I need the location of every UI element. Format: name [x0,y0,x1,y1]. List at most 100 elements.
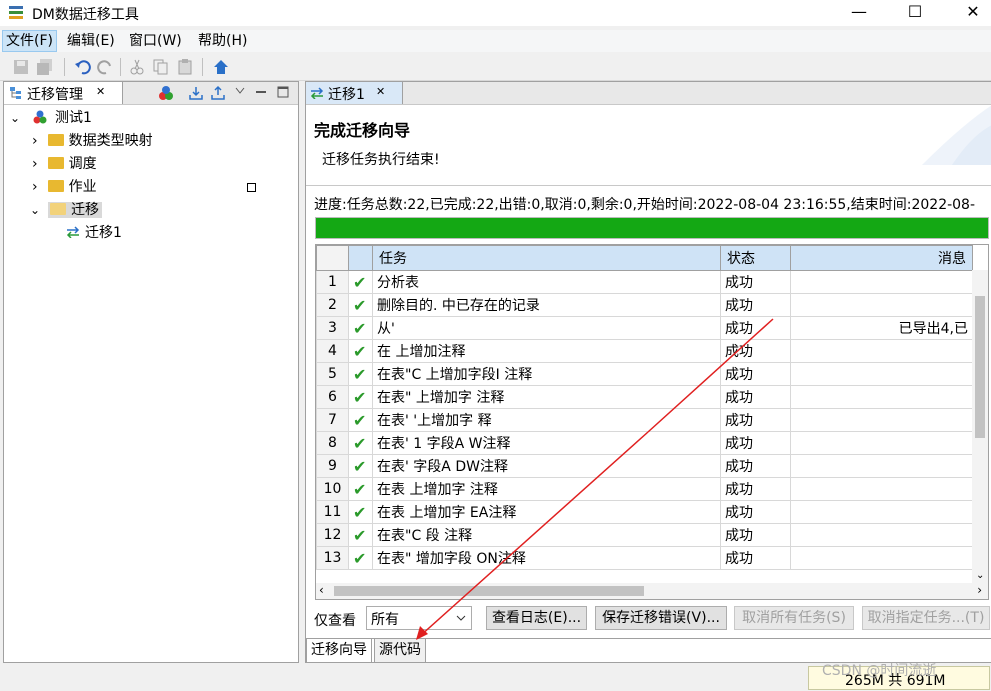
task-cell: 在表"C 上增加字段I 注释 [372,362,721,386]
table-row[interactable]: 11 ✔ 在表 上增加字 EA注释 成功 [316,500,973,524]
table-row[interactable]: 9 ✔ 在表' 字段A DW注释 成功 [316,454,973,478]
tree-item-migration[interactable]: ⌄ 迁移 [30,200,103,220]
close-button[interactable]: ✕ [944,0,991,26]
menu-window[interactable]: 窗口(W) [126,31,185,51]
redo-icon[interactable] [96,58,114,76]
table-row[interactable]: 1 ✔ 分析表 成功 [316,270,973,294]
undo-icon[interactable] [74,58,92,76]
view-menu-icon[interactable] [235,87,245,95]
table-row[interactable]: 4 ✔ 在 上增加注释 成功 [316,339,973,363]
scroll-right-icon[interactable]: › [977,583,982,597]
message-cell [790,500,973,524]
header-status[interactable]: 状态 [720,245,791,271]
check-icon: ✔ [348,339,373,363]
status-cell: 成功 [720,431,791,455]
minimize-panel-icon[interactable] [255,86,267,98]
folder-icon [47,157,64,169]
menu-bar: 文件(F) 编辑(E) 窗口(W) 帮助(H) [0,30,991,52]
chevron-down-icon[interactable]: ⌄ [30,203,40,217]
paste-icon[interactable] [176,58,194,76]
view-log-button[interactable]: 查看日志(E)... [486,606,587,630]
tab-source-code[interactable]: 源代码 [374,639,426,663]
scroll-thumb[interactable] [975,296,985,438]
check-icon: ✔ [348,454,373,478]
home-icon[interactable] [212,58,230,76]
check-icon: ✔ [348,316,373,340]
tree-item-migration1[interactable]: 迁移1 [66,223,122,243]
tree-item-label: 迁移 [71,202,100,218]
horizontal-scrollbar[interactable]: ‹ › [316,583,988,599]
table-row[interactable]: 6 ✔ 在表" 上增加字 注释 成功 [316,385,973,409]
selected-highlight: 迁移 [48,202,103,218]
menu-help[interactable]: 帮助(H) [195,31,250,51]
table-row[interactable]: 7 ✔ 在表' '上增加字 释成功 [316,408,973,432]
watermark: CSDN @时间流逝 [822,663,937,679]
table-row[interactable]: 5 ✔ 在表"C 上增加字段I 注释 成功 [316,362,973,386]
tab-migration-manager[interactable]: 迁移管理 ✕ [4,82,123,104]
close-tab-icon[interactable]: ✕ [96,85,105,98]
check-icon: ✔ [348,293,373,317]
chevron-down-icon[interactable]: ⌄ [10,111,20,125]
task-cell: 从' [372,316,721,340]
row-number: 7 [316,408,349,432]
header-task[interactable]: 任务 [372,245,721,271]
header-message[interactable]: 消息 [790,245,973,271]
scroll-left-icon[interactable]: ‹ [319,583,324,597]
table-row[interactable]: 13 ✔ 在表" 增加字段 ON注释 成功 [316,546,973,570]
chevron-right-icon[interactable]: › [32,156,38,172]
tree-item-schedule[interactable]: › 调度 [32,154,97,174]
cancel-selected-button[interactable]: 取消指定任务...(T) [862,606,990,630]
close-tab-icon[interactable]: ✕ [376,85,385,98]
row-number: 12 [316,523,349,547]
vertical-scrollbar[interactable]: ⌄ [972,270,988,583]
connect-icon[interactable] [158,85,174,101]
tree-item-type-mapping[interactable]: › 数据类型映射 [32,131,153,151]
table-row[interactable]: 10 ✔ 在表 上增加字 注释 成功 [316,477,973,501]
table-row[interactable]: 8 ✔ 在表' 1 字段A W注释 成功 [316,431,973,455]
table-row[interactable]: 2 ✔ 删除目的. 中已存在的记录 成功 [316,293,973,317]
progress-bar [315,217,989,239]
save-errors-button[interactable]: 保存迁移错误(V)... [595,606,727,630]
filter-select[interactable]: 所有 [366,606,472,630]
tree-root[interactable]: ⌄ 测试1 [10,108,92,128]
tree-item-label: 调度 [68,156,97,172]
tab-wizard[interactable]: 迁移向导 [306,639,372,663]
scroll-thumb[interactable] [334,586,644,596]
task-cell: 在 上增加注释 [372,339,721,363]
message-cell [790,454,973,478]
menu-edit[interactable]: 编辑(E) [64,31,118,51]
cancel-all-button[interactable]: 取消所有任务(S) [734,606,854,630]
resize-handle[interactable] [247,183,256,192]
chevron-right-icon[interactable]: › [32,179,38,195]
minimize-button[interactable]: — [830,0,888,26]
maximize-button[interactable]: ☐ [886,0,944,26]
table-row[interactable]: 3 ✔ 从' 成功 已导出4,已 [316,316,973,340]
copy-icon[interactable] [152,58,170,76]
message-cell [790,431,973,455]
export-icon[interactable] [210,85,226,101]
cut-icon[interactable] [128,58,146,76]
filter-label: 仅查看 [314,613,356,629]
task-cell: 删除目的. 中已存在的记录 [372,293,721,317]
toolbar-separator [202,58,203,76]
tree-item-job[interactable]: › 作业 [32,177,97,197]
scroll-down-icon[interactable]: ⌄ [976,570,984,581]
message-cell [790,477,973,501]
header-check [348,245,373,271]
project-icon [33,110,47,124]
message-cell: 已导出4,已 [790,316,973,340]
tab-label: 迁移管理 [27,87,83,103]
save-icon[interactable] [12,58,30,76]
table-row[interactable]: 12 ✔ 在表"C 段 注释 成功 [316,523,973,547]
message-cell [790,408,973,432]
chevron-right-icon[interactable]: › [32,133,38,149]
task-cell: 在表"C 段 注释 [372,523,721,547]
wizard-banner-graphic [922,105,991,165]
check-icon: ✔ [348,546,373,570]
save-all-icon[interactable] [36,58,54,76]
import-icon[interactable] [188,85,204,101]
tab-migration1[interactable]: 迁移1 ✕ [306,82,403,104]
task-table[interactable]: 任务 状态 消息 1 ✔ 分析表 成功 2 ✔ 删除目的. 中已存在的记录 成功 3 ✔ 从' 成功已… [315,244,989,600]
menu-file[interactable]: 文件(F) [2,30,57,52]
maximize-panel-icon[interactable] [277,86,289,98]
